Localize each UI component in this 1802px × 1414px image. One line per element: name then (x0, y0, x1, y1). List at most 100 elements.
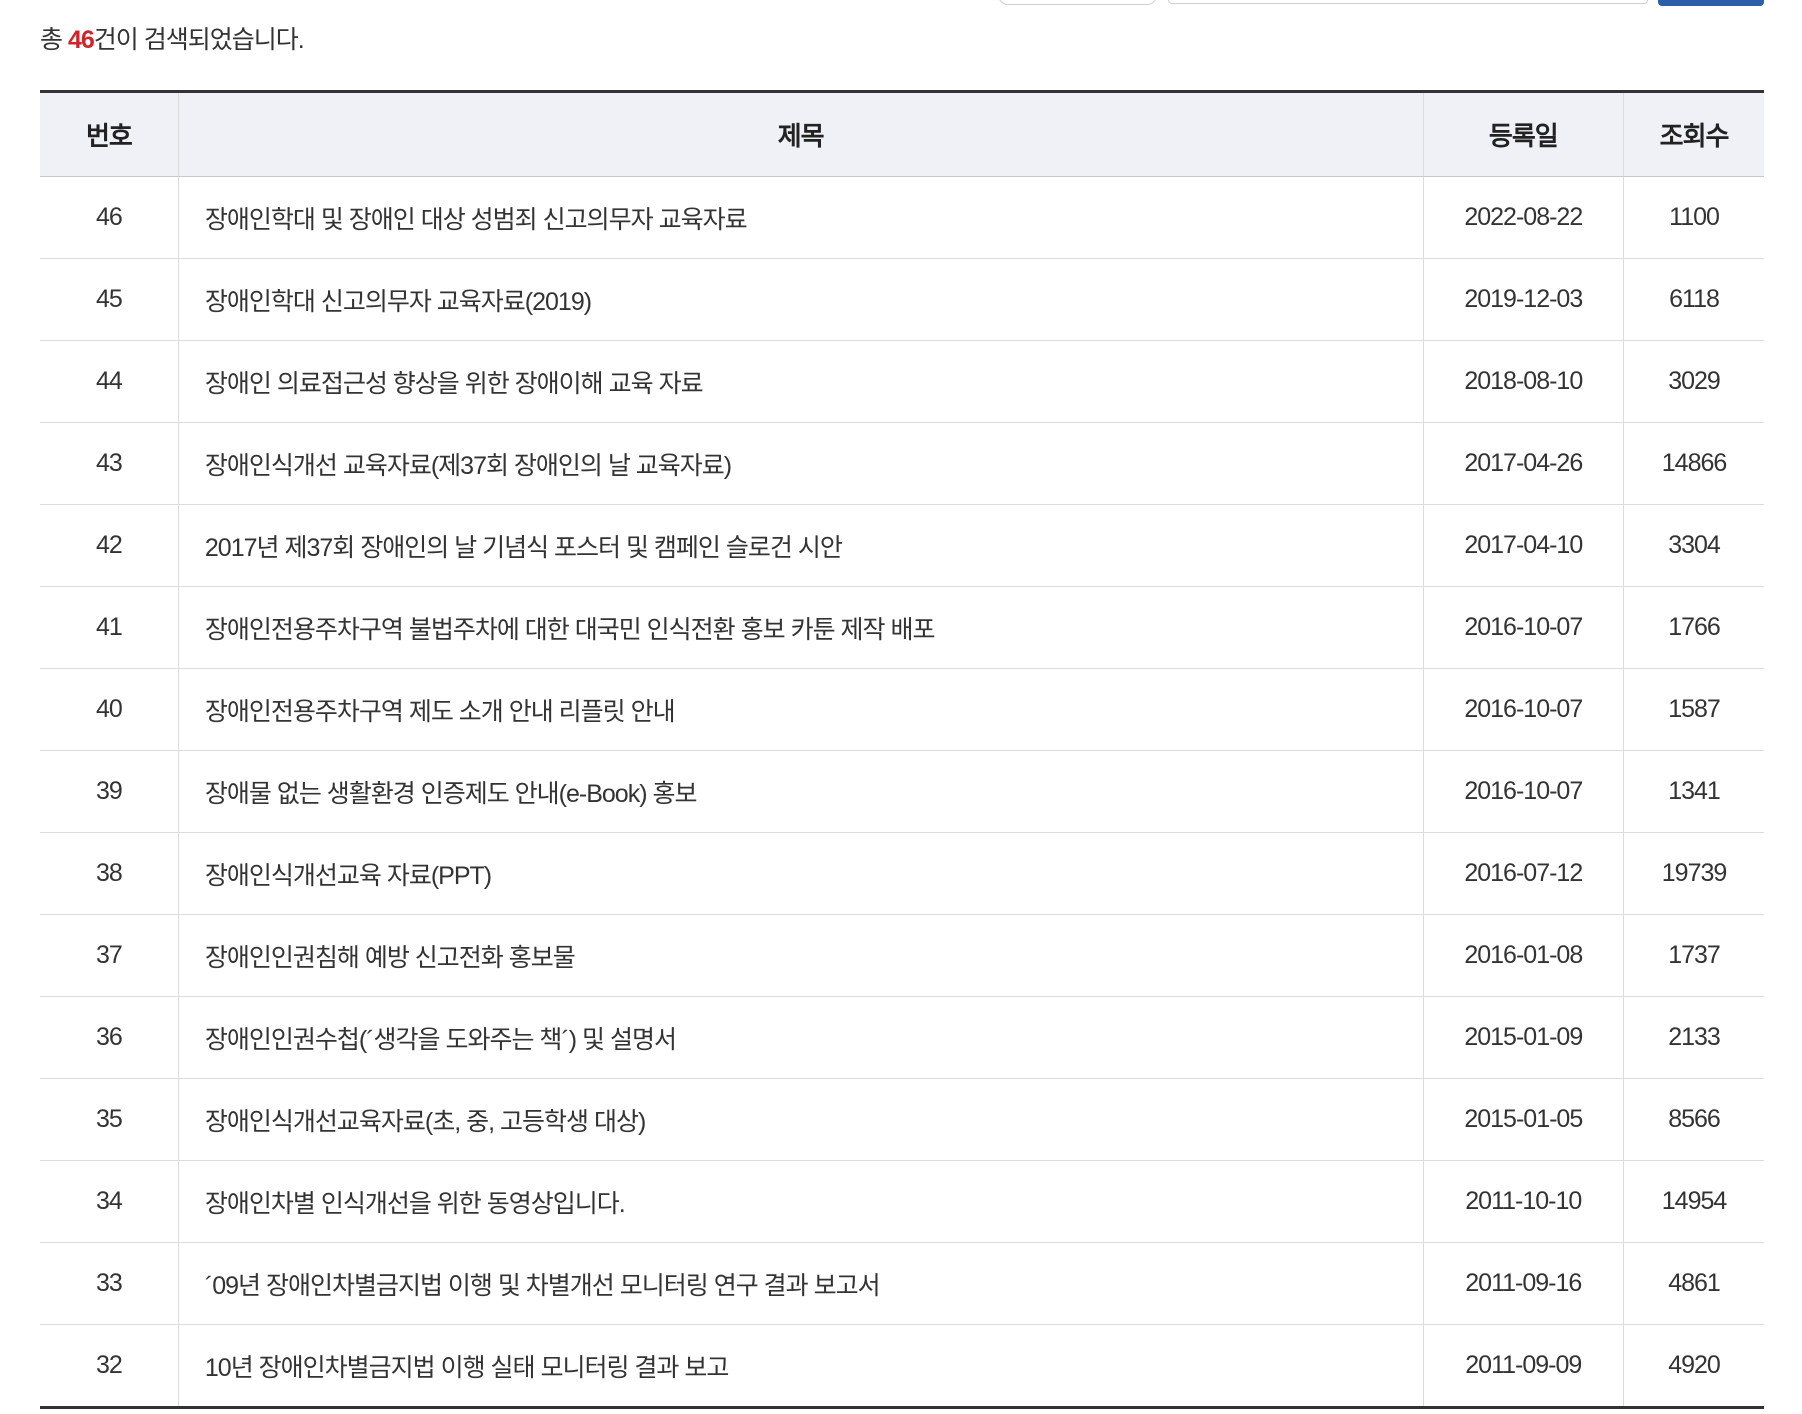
table-header-row: 번호 제목 등록일 조회수 (40, 91, 1764, 177)
row-views: 14866 (1623, 422, 1764, 505)
row-views: 3304 (1623, 504, 1764, 587)
row-date: 2016-10-07 (1422, 750, 1624, 833)
row-date: 2015-01-09 (1422, 996, 1624, 1079)
post-title-link[interactable]: 장애인식개선교육자료(초, 중, 고등학생 대상) (205, 1108, 646, 1136)
result-count: 총 46건이 검색되었습니다. (40, 20, 305, 56)
post-title-link[interactable]: 장애인식개선 교육자료(제37회 장애인의 날 교육자료) (205, 452, 732, 480)
row-views: 3029 (1623, 340, 1764, 423)
row-number: 40 (40, 668, 179, 751)
post-title-link[interactable]: 장애인전용주차구역 제도 소개 안내 리플릿 안내 (205, 698, 676, 726)
post-title-link[interactable]: 장애인학대 및 장애인 대상 성범죄 신고의무자 교육자료 (205, 206, 748, 234)
post-title-link[interactable]: 장애인차별 인식개선을 위한 동영상입니다. (205, 1190, 626, 1218)
row-title-cell: 장애인차별 인식개선을 위한 동영상입니다. (177, 1160, 1423, 1243)
result-count-prefix: 총 (40, 26, 68, 54)
post-title-link[interactable]: 장애인식개선교육 자료(PPT) (205, 862, 492, 890)
table-row: 44 장애인 의료접근성 향상을 위한 장애이해 교육 자료 2018-08-10 3… (40, 340, 1764, 423)
row-number: 37 (40, 914, 179, 997)
table-row: 42 2017년 제37회 장애인의 날 기념식 포스터 및 캠페인 슬로건 시안… (40, 504, 1764, 587)
row-date: 2011-09-09 (1422, 1324, 1624, 1408)
post-title-link[interactable]: 장애인 의료접근성 향상을 위한 장애이해 교육 자료 (205, 370, 704, 398)
row-number: 33 (40, 1242, 179, 1325)
table-row: 38 장애인식개선교육 자료(PPT) 2016-07-12 19739 (40, 832, 1764, 915)
post-title-link[interactable]: 10년 장애인차별금지법 이행 실태 모니터링 결과 보고 (205, 1354, 729, 1382)
row-views: 19739 (1623, 832, 1764, 915)
row-title-cell: 2017년 제37회 장애인의 날 기념식 포스터 및 캠페인 슬로건 시안 (177, 504, 1423, 587)
row-views: 1100 (1623, 176, 1764, 259)
row-number: 38 (40, 832, 179, 915)
table-row: 36 장애인인권수첩(´생각을 도와주는 책´) 및 설명서 2015-01-09 2… (40, 996, 1764, 1079)
row-number: 46 (40, 176, 179, 259)
row-views: 4861 (1623, 1242, 1764, 1325)
row-date: 2017-04-10 (1422, 504, 1624, 587)
row-date: 2022-08-22 (1422, 176, 1624, 259)
table-row: 45 장애인학대 신고의무자 교육자료(2019) 2019-12-03 6118 (40, 258, 1764, 341)
row-number: 43 (40, 422, 179, 505)
row-views: 1737 (1623, 914, 1764, 997)
search-category-select[interactable] (998, 0, 1157, 5)
row-number: 45 (40, 258, 179, 341)
row-date: 2019-12-03 (1422, 258, 1624, 341)
post-title-link[interactable]: 2017년 제37회 장애인의 날 기념식 포스터 및 캠페인 슬로건 시안 (205, 534, 843, 562)
board-table: 번호 제목 등록일 조회수 46 장애인학대 및 장애인 대상 성범죄 신고의무자… (40, 90, 1764, 1409)
row-views: 14954 (1623, 1160, 1764, 1243)
row-title-cell: ´09년 장애인차별금지법 이행 및 차별개선 모니터링 연구 결과 보고서 (177, 1242, 1423, 1325)
table-row: 37 장애인인권침해 예방 신고전화 홍보물 2016-01-08 1737 (40, 914, 1764, 997)
row-title-cell: 장애물 없는 생활환경 인증제도 안내(e-Book) 홍보 (177, 750, 1423, 833)
row-number: 35 (40, 1078, 179, 1161)
row-number: 42 (40, 504, 179, 587)
table-row: 41 장애인전용주차구역 불법주차에 대한 대국민 인식전환 홍보 카툰 제작 배… (40, 586, 1764, 669)
search-button[interactable]: 검색 (1658, 0, 1764, 6)
search-input[interactable] (1168, 0, 1648, 4)
row-date: 2016-01-08 (1422, 914, 1624, 997)
table-row: 32 10년 장애인차별금지법 이행 실태 모니터링 결과 보고 2011-09-0… (40, 1324, 1764, 1408)
row-title-cell: 장애인식개선 교육자료(제37회 장애인의 날 교육자료) (177, 422, 1423, 505)
row-date: 2015-01-05 (1422, 1078, 1624, 1161)
row-views: 1766 (1623, 586, 1764, 669)
row-title-cell: 장애인전용주차구역 제도 소개 안내 리플릿 안내 (177, 668, 1423, 751)
row-title-cell: 장애인인권침해 예방 신고전화 홍보물 (177, 914, 1423, 997)
result-count-suffix: 건이 검색되었습니다. (93, 26, 305, 54)
row-title-cell: 장애인식개선교육 자료(PPT) (177, 832, 1423, 915)
row-number: 39 (40, 750, 179, 833)
row-date: 2016-10-07 (1422, 668, 1624, 751)
column-header-number: 번호 (40, 91, 179, 177)
table-row: 35 장애인식개선교육자료(초, 중, 고등학생 대상) 2015-01-05 856… (40, 1078, 1764, 1161)
row-views: 8566 (1623, 1078, 1764, 1161)
row-number: 32 (96, 1351, 123, 1379)
post-title-link[interactable]: 장애인학대 신고의무자 교육자료(2019) (205, 288, 592, 316)
row-date: 2017-04-26 (1422, 422, 1624, 505)
row-date: 2011-10-10 (1422, 1160, 1624, 1243)
row-title-cell: 장애인식개선교육자료(초, 중, 고등학생 대상) (177, 1078, 1423, 1161)
row-views: 6118 (1623, 258, 1764, 341)
search-bar: 검색 (0, 0, 1802, 6)
post-title-link[interactable]: 장애인인권침해 예방 신고전화 홍보물 (205, 944, 576, 972)
table-row: 43 장애인식개선 교육자료(제37회 장애인의 날 교육자료) 2017-04-2… (40, 422, 1764, 505)
table-row: 33 ´09년 장애인차별금지법 이행 및 차별개선 모니터링 연구 결과 보고서… (40, 1242, 1764, 1325)
table-row: 34 장애인차별 인식개선을 위한 동영상입니다. 2011-10-10 14954 (40, 1160, 1764, 1243)
row-date: 2011-09-16 (1422, 1242, 1624, 1325)
post-title-link[interactable]: ´09년 장애인차별금지법 이행 및 차별개선 모니터링 연구 결과 보고서 (205, 1272, 881, 1300)
row-date: 2016-10-07 (1422, 586, 1624, 669)
row-number: 44 (40, 340, 179, 423)
row-title-cell: 장애인학대 신고의무자 교육자료(2019) (177, 258, 1423, 341)
row-date: 2016-07-12 (1422, 832, 1624, 915)
table-row: 40 장애인전용주차구역 제도 소개 안내 리플릿 안내 2016-10-07 158… (40, 668, 1764, 751)
column-header-title: 제목 (177, 91, 1423, 177)
table-body: 46 장애인학대 및 장애인 대상 성범죄 신고의무자 교육자료 2022-08-2… (40, 176, 1764, 1408)
row-date: 2018-08-10 (1422, 340, 1624, 423)
row-title-cell: 장애인인권수첩(´생각을 도와주는 책´) 및 설명서 (177, 996, 1423, 1079)
row-title-cell: 장애인 의료접근성 향상을 위한 장애이해 교육 자료 (177, 340, 1423, 423)
row-views: 1341 (1623, 750, 1764, 833)
post-title-link[interactable]: 장애인인권수첩(´생각을 도와주는 책´) 및 설명서 (205, 1026, 677, 1054)
row-views: 1587 (1623, 668, 1764, 751)
post-title-link[interactable]: 장애물 없는 생활환경 인증제도 안내(e-Book) 홍보 (205, 780, 698, 808)
column-header-views: 조회수 (1623, 91, 1764, 177)
row-title-cell: 장애인학대 및 장애인 대상 성범죄 신고의무자 교육자료 (177, 176, 1423, 259)
row-number: 34 (40, 1160, 179, 1243)
column-header-date: 등록일 (1422, 91, 1624, 177)
post-title-link[interactable]: 장애인전용주차구역 불법주차에 대한 대국민 인식전환 홍보 카툰 제작 배포 (205, 616, 936, 644)
table-row: 39 장애물 없는 생활환경 인증제도 안내(e-Book) 홍보 2016-10-… (40, 750, 1764, 833)
row-title-cell: 10년 장애인차별금지법 이행 실태 모니터링 결과 보고 (177, 1324, 1423, 1408)
row-title-cell: 장애인전용주차구역 불법주차에 대한 대국민 인식전환 홍보 카툰 제작 배포 (177, 586, 1423, 669)
row-number: 36 (40, 996, 179, 1079)
